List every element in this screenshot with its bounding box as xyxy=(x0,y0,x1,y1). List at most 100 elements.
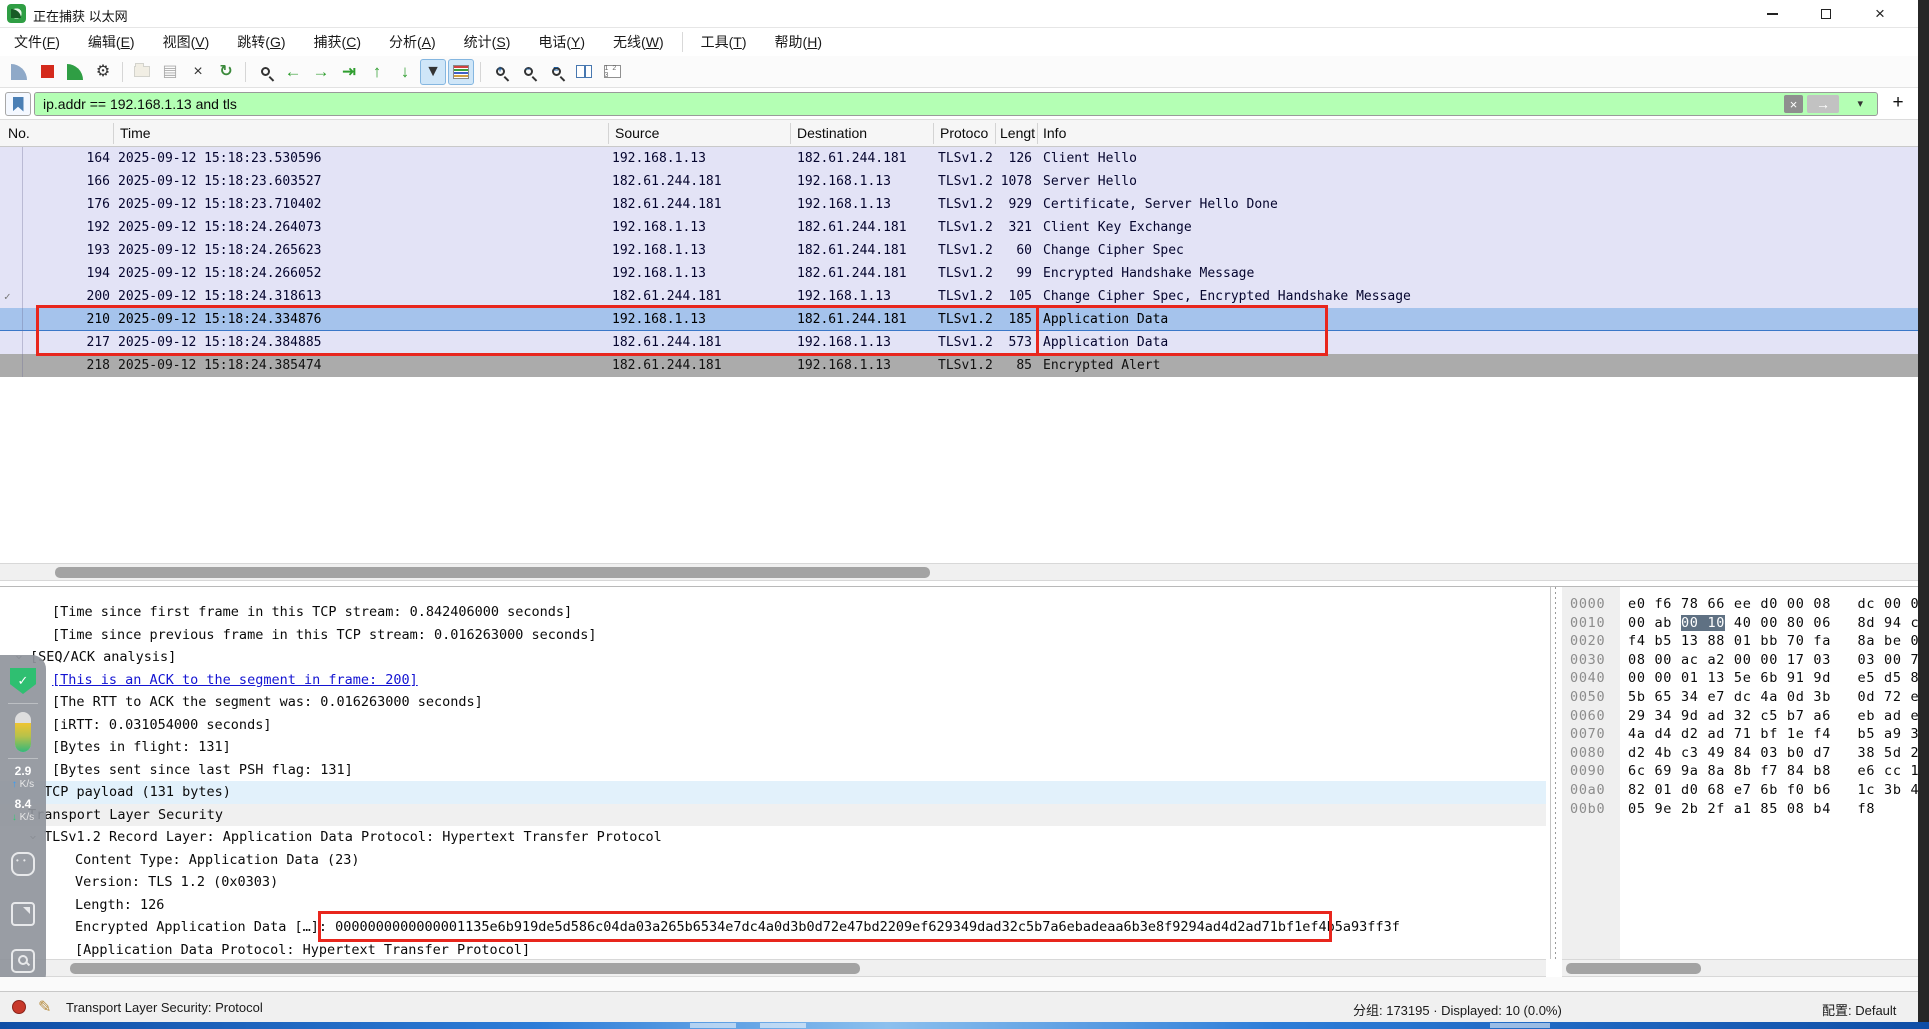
filter-bookmark-button[interactable] xyxy=(5,92,31,116)
resize-columns-icon[interactable] xyxy=(571,59,597,85)
menu-item[interactable]: 电话(Y) xyxy=(524,28,599,56)
detail-line[interactable]: [Bytes in flight: 131] xyxy=(0,736,1546,759)
column-header-lengt[interactable]: Lengt xyxy=(1000,125,1035,141)
minimize-button[interactable] xyxy=(1752,0,1792,27)
close-file-icon[interactable]: × xyxy=(185,59,211,85)
find-packet-icon[interactable] xyxy=(252,59,278,85)
hex-row[interactable]: 00704a d4 d2 ad 71 bf 1e f4 b5 a9 3f xyxy=(1570,725,1918,744)
annotation-pencil-icon[interactable]: ✎ xyxy=(38,997,51,1017)
packet-row-218[interactable]: 2182025-09-12 15:18:24.385474182.61.244.… xyxy=(0,354,1918,377)
column-header-time[interactable]: Time xyxy=(120,125,151,141)
detail-line[interactable]: ›[SEQ/ACK analysis] xyxy=(0,646,1546,669)
reload-icon[interactable]: ↻ xyxy=(213,59,239,85)
capture-options-icon[interactable]: ⚙ xyxy=(90,59,116,85)
column-header-info[interactable]: Info xyxy=(1043,125,1066,141)
zoom-in-icon[interactable]: + xyxy=(487,59,513,85)
packet-row-192[interactable]: 1922025-09-12 15:18:24.264073192.168.1.1… xyxy=(0,216,1918,239)
menu-item[interactable]: 编辑(E) xyxy=(74,28,149,56)
menu-item[interactable]: 分析(A) xyxy=(375,28,450,56)
last-packet-icon[interactable]: ↓ xyxy=(392,59,418,85)
packet-row-164[interactable]: 1642025-09-12 15:18:23.530596192.168.1.1… xyxy=(0,147,1918,170)
goto-packet-icon[interactable]: ⇥ xyxy=(336,59,362,85)
detail-line[interactable]: Length: 126 xyxy=(0,894,1546,917)
menu-item[interactable]: 无线(W) xyxy=(599,28,678,56)
hex-row[interactable]: 003008 00 ac a2 00 00 17 03 03 00 7e xyxy=(1570,651,1918,670)
menu-item[interactable]: 捕获(C) xyxy=(300,28,375,56)
hex-row[interactable]: 004000 00 01 13 5e 6b 91 9d e5 d5 86 xyxy=(1570,669,1918,688)
menu-item[interactable]: 文件(F) xyxy=(0,28,74,56)
expert-info-icon[interactable] xyxy=(12,1000,26,1014)
security-shield-icon[interactable]: ✓ xyxy=(10,668,36,694)
packet-row-200[interactable]: ✓2002025-09-12 15:18:24.318613182.61.244… xyxy=(0,285,1918,308)
start-capture-icon[interactable] xyxy=(6,59,32,85)
hex-row[interactable]: 006029 34 9d ad 32 c5 b7 a6 eb ad ea xyxy=(1570,707,1918,726)
menu-item[interactable]: 帮助(H) xyxy=(761,28,836,56)
hex-row[interactable]: 00906c 69 9a 8a 8b f7 84 b8 e6 cc 1f xyxy=(1570,762,1918,781)
packet-row-166[interactable]: 1662025-09-12 15:18:23.603527182.61.244.… xyxy=(0,170,1918,193)
hex-row[interactable]: 0080d2 4b c3 49 84 03 b0 d7 38 5d 2c xyxy=(1570,744,1918,763)
menu-item[interactable]: 工具(T) xyxy=(687,28,761,56)
column-header-source[interactable]: Source xyxy=(615,125,659,141)
hex-hscrollbar[interactable] xyxy=(1562,959,1918,977)
hex-row[interactable]: 001000 ab 00 10 40 00 80 06 8d 94 c0 xyxy=(1570,614,1918,633)
hex-dump[interactable]: 0000e0 f6 78 66 ee d0 00 08 dc 00 020010… xyxy=(1570,595,1918,818)
detail-line[interactable]: ›TLSv1.2 Record Layer: Application Data … xyxy=(0,826,1546,849)
detail-line[interactable]: [iRTT: 0.031054000 seconds] xyxy=(0,714,1546,737)
detail-line[interactable]: [Time since previous frame in this TCP s… xyxy=(0,624,1546,647)
autoscroll-icon[interactable]: ▼ xyxy=(420,59,446,85)
open-file-icon[interactable] xyxy=(129,59,155,85)
detail-line[interactable]: TCP payload (131 bytes) xyxy=(0,781,1546,804)
menu-item[interactable]: 视图(V) xyxy=(149,28,224,56)
packet-bytes-pane: 0000e0 f6 78 66 ee d0 00 08 dc 00 020010… xyxy=(1562,586,1918,959)
filter-apply-button[interactable]: → xyxy=(1807,95,1839,113)
packet-list-hscrollbar[interactable] xyxy=(0,563,1918,581)
detail-line[interactable]: [This is an ACK to the segment in frame:… xyxy=(0,669,1546,692)
detail-line[interactable]: Transport Layer Security xyxy=(0,804,1546,827)
first-packet-icon[interactable]: ↑ xyxy=(364,59,390,85)
pane-splitter[interactable] xyxy=(1546,586,1562,959)
screenshot-icon[interactable] xyxy=(11,902,35,926)
hex-row[interactable]: 00505b 65 34 e7 dc 4a 0d 3b 0d 72 e4 xyxy=(1570,688,1918,707)
restart-capture-icon[interactable] xyxy=(62,59,88,85)
hex-row[interactable]: 0000e0 f6 78 66 ee d0 00 08 dc 00 02 xyxy=(1570,595,1918,614)
search-tool-icon[interactable] xyxy=(11,949,35,973)
filter-dropdown-chevron-icon[interactable]: ▾ xyxy=(1857,97,1863,110)
zoom-100-icon[interactable]: = xyxy=(543,59,569,85)
maximize-button[interactable] xyxy=(1806,0,1846,27)
display-filter-input[interactable] xyxy=(35,93,1795,115)
detail-line[interactable]: Content Type: Application Data (23) xyxy=(0,849,1546,872)
detail-line[interactable]: [Bytes sent since last PSH flag: 131] xyxy=(0,759,1546,782)
next-packet-icon[interactable]: → xyxy=(308,59,334,85)
packet-row-176[interactable]: 1762025-09-12 15:18:23.710402182.61.244.… xyxy=(0,193,1918,216)
menu-item[interactable]: 统计(S) xyxy=(450,28,525,56)
detail-line[interactable]: [Time since first frame in this TCP stre… xyxy=(0,601,1546,624)
detail-line[interactable]: [Application Data Protocol: Hypertext Tr… xyxy=(0,939,1546,960)
layout-123-icon[interactable]: 1 2 3 xyxy=(599,59,625,85)
status-profile[interactable]: 配置: Default xyxy=(1822,1000,1896,1019)
details-hscrollbar[interactable] xyxy=(0,959,1546,977)
filter-clear-button[interactable]: × xyxy=(1784,95,1803,113)
zoom-out-icon[interactable]: − xyxy=(515,59,541,85)
menu-item[interactable]: 跳转(G) xyxy=(223,28,299,56)
packet-row-193[interactable]: 1932025-09-12 15:18:24.265623192.168.1.1… xyxy=(0,239,1918,262)
chat-icon[interactable] xyxy=(11,852,35,876)
packet-row-194[interactable]: 1942025-09-12 15:18:24.266052192.168.1.1… xyxy=(0,262,1918,285)
detail-line[interactable]: [The RTT to ACK the segment was: 0.01626… xyxy=(0,691,1546,714)
hex-row[interactable]: 0020f4 b5 13 88 01 bb 70 fa 8a be 0b xyxy=(1570,632,1918,651)
close-button[interactable]: × xyxy=(1860,0,1900,27)
hex-row[interactable]: 00b005 9e 2b 2f a1 85 08 b4 f8 xyxy=(1570,800,1918,819)
colorize-icon[interactable] xyxy=(448,59,474,85)
filter-add-button[interactable]: + xyxy=(1886,91,1910,115)
hex-row[interactable]: 00a082 01 d0 68 e7 6b f0 b6 1c 3b 4b xyxy=(1570,781,1918,800)
detail-line[interactable]: Encrypted Application Data […]: 00000000… xyxy=(0,916,1546,939)
packet-row-217[interactable]: 2172025-09-12 15:18:24.384885182.61.244.… xyxy=(0,331,1918,354)
packet-row-210[interactable]: 2102025-09-12 15:18:24.334876192.168.1.1… xyxy=(0,308,1918,331)
previous-packet-icon[interactable]: ← xyxy=(280,59,306,85)
stop-capture-icon[interactable] xyxy=(34,59,60,85)
column-header-protoco[interactable]: Protoco xyxy=(940,125,988,141)
column-header-destination[interactable]: Destination xyxy=(797,125,867,141)
performance-gauge-icon[interactable] xyxy=(15,712,31,752)
detail-line[interactable]: Version: TLS 1.2 (0x0303) xyxy=(0,871,1546,894)
column-header-no[interactable]: No. xyxy=(8,125,30,141)
save-file-icon[interactable]: ▤ xyxy=(157,59,183,85)
